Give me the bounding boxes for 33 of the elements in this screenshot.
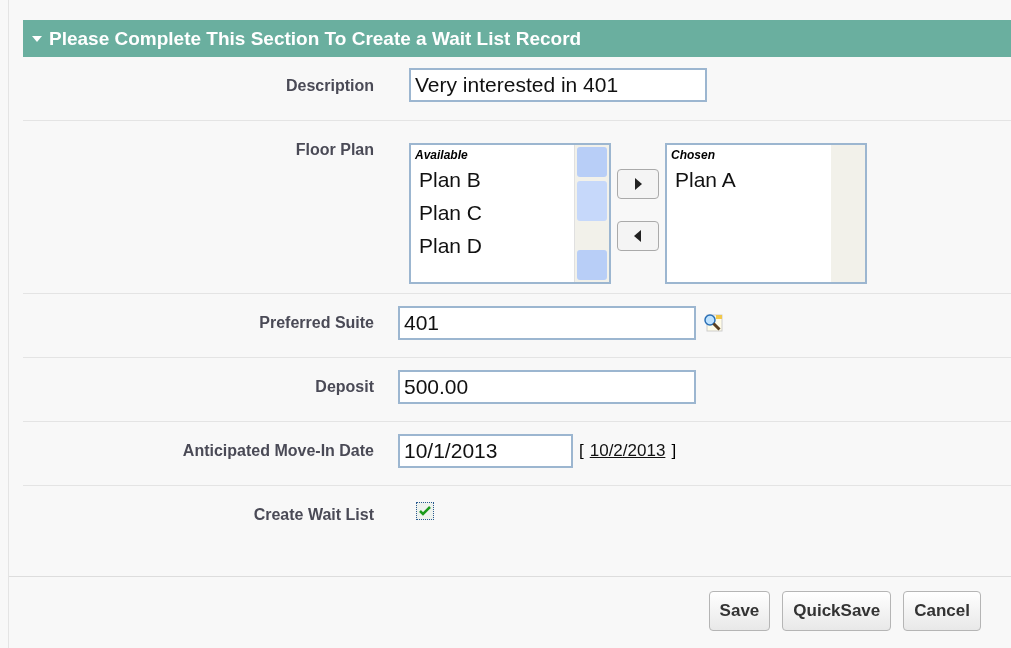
field-label: Floor Plan — [295, 141, 374, 158]
input-field[interactable]: Very interested in 401 — [409, 68, 707, 102]
list-heading: Available — [415, 147, 469, 163]
list-option[interactable]: Plan D — [415, 229, 574, 262]
list-option[interactable]: Plan C — [415, 196, 574, 229]
section-title: Please Complete This Section To Create a Wait List Record — [49, 27, 582, 50]
input-field[interactable]: 500.00 — [398, 370, 696, 404]
right-triangle-icon — [634, 178, 642, 190]
triangle-icon — [31, 34, 43, 43]
list-option[interactable]: Plan B — [415, 163, 574, 196]
field-label: Deposit — [315, 378, 374, 395]
field-label: Preferred Suite — [259, 314, 374, 331]
field-label: Anticipated Move-In Date — [182, 442, 374, 459]
field-label: Description — [286, 77, 374, 94]
search-icon[interactable] — [702, 312, 724, 334]
input-field[interactable]: 401 — [398, 306, 696, 340]
add-arrow-button[interactable] — [617, 169, 659, 199]
list-option[interactable]: Plan A — [671, 163, 831, 196]
scrollbar[interactable] — [574, 145, 609, 282]
available-list[interactable]: Available Plan B Plan C Plan D — [409, 143, 611, 284]
date-field[interactable]: 10/1/2013 — [398, 434, 573, 468]
form-button[interactable]: Save — [708, 591, 771, 631]
form-button[interactable]: Cancel — [903, 591, 981, 631]
date-link[interactable]: 10/2/2013 — [589, 441, 666, 461]
checkbox[interactable] — [416, 502, 434, 520]
remove-arrow-button[interactable] — [617, 221, 659, 251]
list-heading: Chosen — [671, 147, 716, 163]
bracket: [ — [579, 441, 584, 461]
chosen-list[interactable]: Chosen Plan A — [665, 143, 867, 284]
form-button[interactable]: QuickSave — [782, 591, 892, 631]
field-label: Create Wait List — [253, 506, 374, 523]
left-triangle-icon — [634, 230, 642, 242]
bracket: ] — [671, 441, 677, 461]
